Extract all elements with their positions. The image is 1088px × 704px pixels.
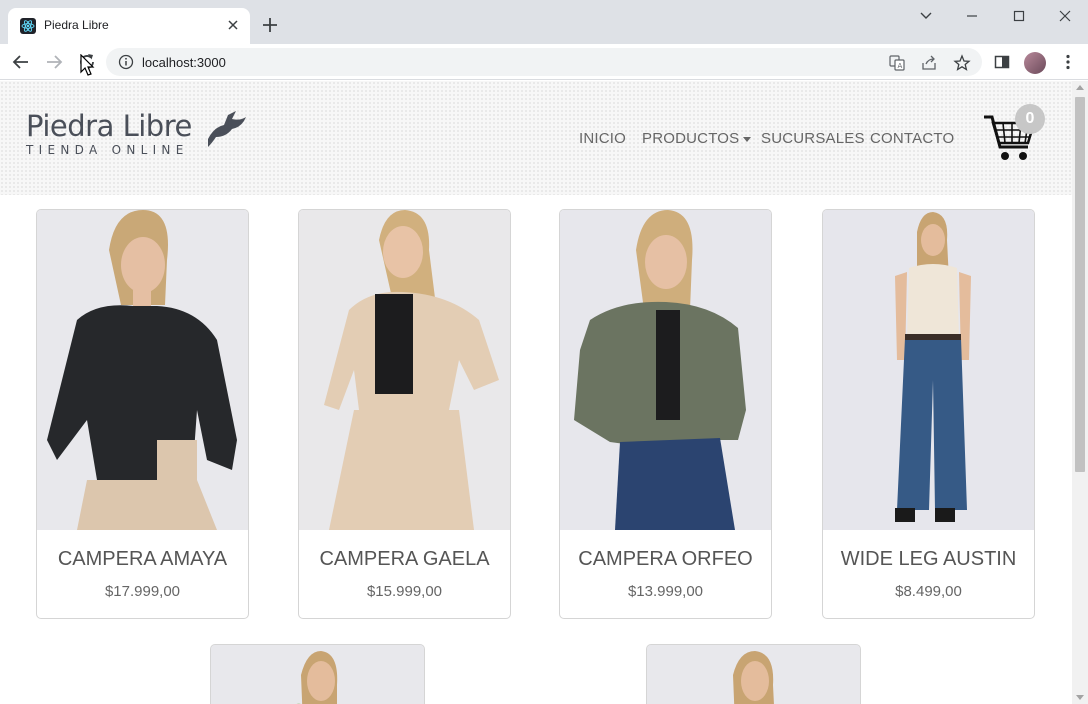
product-price: $15.999,00 [366,583,443,600]
cart-count-badge: 0 [1015,104,1045,134]
page-content: Piedra Libre TIENDA ONLINE INICIO PRODUC… [0,81,1072,704]
tab-title: Piedra Libre [44,18,109,32]
caret-down-icon [743,136,752,142]
site-info-icon[interactable] [118,54,134,75]
url-text: localhost:3000 [142,55,226,70]
product-card-partial[interactable] [210,644,425,704]
address-bar[interactable]: localhost:3000 A [106,48,982,76]
minimize-icon[interactable] [958,6,986,26]
product-photo [37,210,248,530]
brand-name: Piedra Libre [26,109,192,143]
product-photo [560,210,771,530]
product-card[interactable]: WIDE LEG AUSTIN $8.499,00 [822,209,1035,619]
close-tab-icon[interactable] [224,16,242,34]
product-card-partial[interactable] [646,644,861,704]
bookmark-star-icon[interactable] [953,54,971,72]
side-panel-icon[interactable] [992,52,1012,72]
nav-sucursales[interactable]: SUCURSALES [761,130,865,147]
product-card[interactable]: CAMPERA ORFEO $13.999,00 [559,209,772,619]
maximize-icon[interactable] [1005,6,1033,26]
tab-search-icon[interactable] [912,6,940,26]
nav-contacto[interactable]: CONTACTO [870,130,954,147]
scroll-up-arrow-icon[interactable] [1076,85,1084,90]
product-name: CAMPERA ORFEO [578,548,753,570]
react-favicon-icon [20,18,36,34]
product-name: CAMPERA GAELA [319,548,490,570]
svg-text:A: A [898,62,903,70]
product-name: CAMPERA AMAYA [57,548,228,570]
site-logo[interactable]: Piedra Libre TIENDA ONLINE [26,109,246,157]
back-icon[interactable] [10,51,32,73]
nav-inicio[interactable]: INICIO [579,130,626,147]
product-photo [647,645,860,704]
product-card[interactable]: CAMPERA GAELA $15.999,00 [298,209,511,619]
browser-tabstrip: Piedra Libre [0,0,1088,44]
product-price: $8.499,00 [895,583,962,600]
menu-kebab-icon[interactable] [1058,52,1078,72]
share-icon[interactable] [920,54,938,72]
bird-logo-icon [208,111,246,147]
profile-avatar[interactable] [1024,52,1046,74]
close-window-icon[interactable] [1051,6,1079,26]
mouse-pointer-icon [80,54,95,76]
product-price: $17.999,00 [104,583,181,600]
nav-productos[interactable]: PRODUCTOS [642,130,752,147]
scrollbar-thumb[interactable] [1075,97,1085,472]
product-photo [299,210,510,530]
brand-tagline: TIENDA ONLINE [26,143,189,157]
product-price: $13.999,00 [627,583,704,600]
translate-icon[interactable]: A [888,54,906,72]
forward-icon[interactable] [43,51,65,73]
nav-productos-label: PRODUCTOS [642,130,740,147]
vertical-scrollbar[interactable] [1072,81,1088,704]
product-name: WIDE LEG AUSTIN [840,548,1017,570]
product-photo [823,210,1034,530]
site-header: Piedra Libre TIENDA ONLINE INICIO PRODUC… [0,81,1072,195]
new-tab-icon[interactable] [260,15,280,35]
product-card[interactable]: CAMPERA AMAYA $17.999,00 [36,209,249,619]
scroll-down-arrow-icon[interactable] [1076,695,1084,700]
browser-tab[interactable]: Piedra Libre [8,8,250,44]
product-photo [211,645,424,704]
browser-toolbar: localhost:3000 A [0,44,1088,80]
